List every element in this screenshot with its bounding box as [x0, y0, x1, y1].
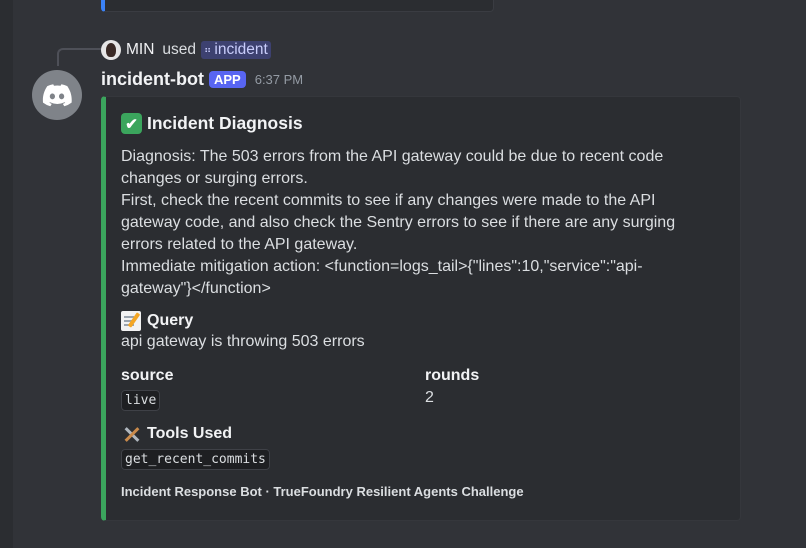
check-mark-icon: ✔	[121, 113, 142, 134]
bot-username[interactable]: incident-bot	[101, 69, 204, 90]
query-field-value: api gateway is throwing 503 errors	[121, 333, 365, 350]
tools-field: Tools Used get_recent_commits	[121, 424, 270, 470]
reply-username[interactable]: MIN	[126, 41, 154, 59]
reply-used-text: used	[162, 41, 197, 58]
slash-command-icon: ⠶	[204, 44, 211, 56]
description-line: First, check the recent commits to see i…	[121, 192, 676, 253]
embed-title: ✔ Incident Diagnosis	[121, 113, 303, 134]
rounds-field-value: 2	[425, 389, 434, 406]
command-mention[interactable]: ⠶ incident	[201, 41, 271, 59]
app-badge: APP	[208, 70, 246, 88]
incident-embed: ✔ Incident Diagnosis Diagnosis: The 503 …	[101, 96, 741, 521]
query-field: Query api gateway is throwing 503 errors	[121, 311, 365, 351]
reply-context[interactable]: MIN used ⠶ incident	[101, 40, 271, 60]
source-field-value: live	[121, 390, 161, 411]
tools-field-title: Tools Used	[121, 424, 270, 444]
tools-title-text: Tools Used	[147, 425, 233, 442]
command-name: incident	[214, 41, 268, 58]
source-field: source live	[121, 367, 174, 411]
embed-title-text: Incident Diagnosis	[147, 113, 303, 133]
reply-connector	[57, 48, 101, 66]
message-header: incident-bot APP 6:37 PM	[101, 68, 303, 90]
discord-logo-icon	[42, 83, 72, 106]
previous-message-embed	[101, 0, 494, 12]
reply-user-avatar[interactable]	[101, 40, 121, 60]
rounds-field-title: rounds	[425, 367, 480, 384]
rounds-field: rounds 2	[425, 367, 479, 407]
query-title-text: Query	[147, 312, 194, 329]
memo-icon	[121, 311, 141, 331]
tools-field-value: get_recent_commits	[121, 449, 270, 470]
message-timestamp[interactable]: 6:37 PM	[255, 72, 303, 87]
embed-description: Diagnosis: The 503 errors from the API g…	[121, 146, 711, 300]
embed-footer: Incident Response Bot · TrueFoundry Resi…	[121, 484, 524, 499]
description-line: Immediate mitigation action: <function=l…	[121, 258, 643, 297]
left-panel-edge	[0, 0, 13, 548]
description-line: Diagnosis: The 503 errors from the API g…	[121, 148, 664, 187]
query-field-title: Query	[121, 311, 365, 331]
source-field-title: source	[121, 367, 174, 384]
tools-icon	[121, 424, 141, 444]
bot-avatar[interactable]	[32, 70, 82, 120]
